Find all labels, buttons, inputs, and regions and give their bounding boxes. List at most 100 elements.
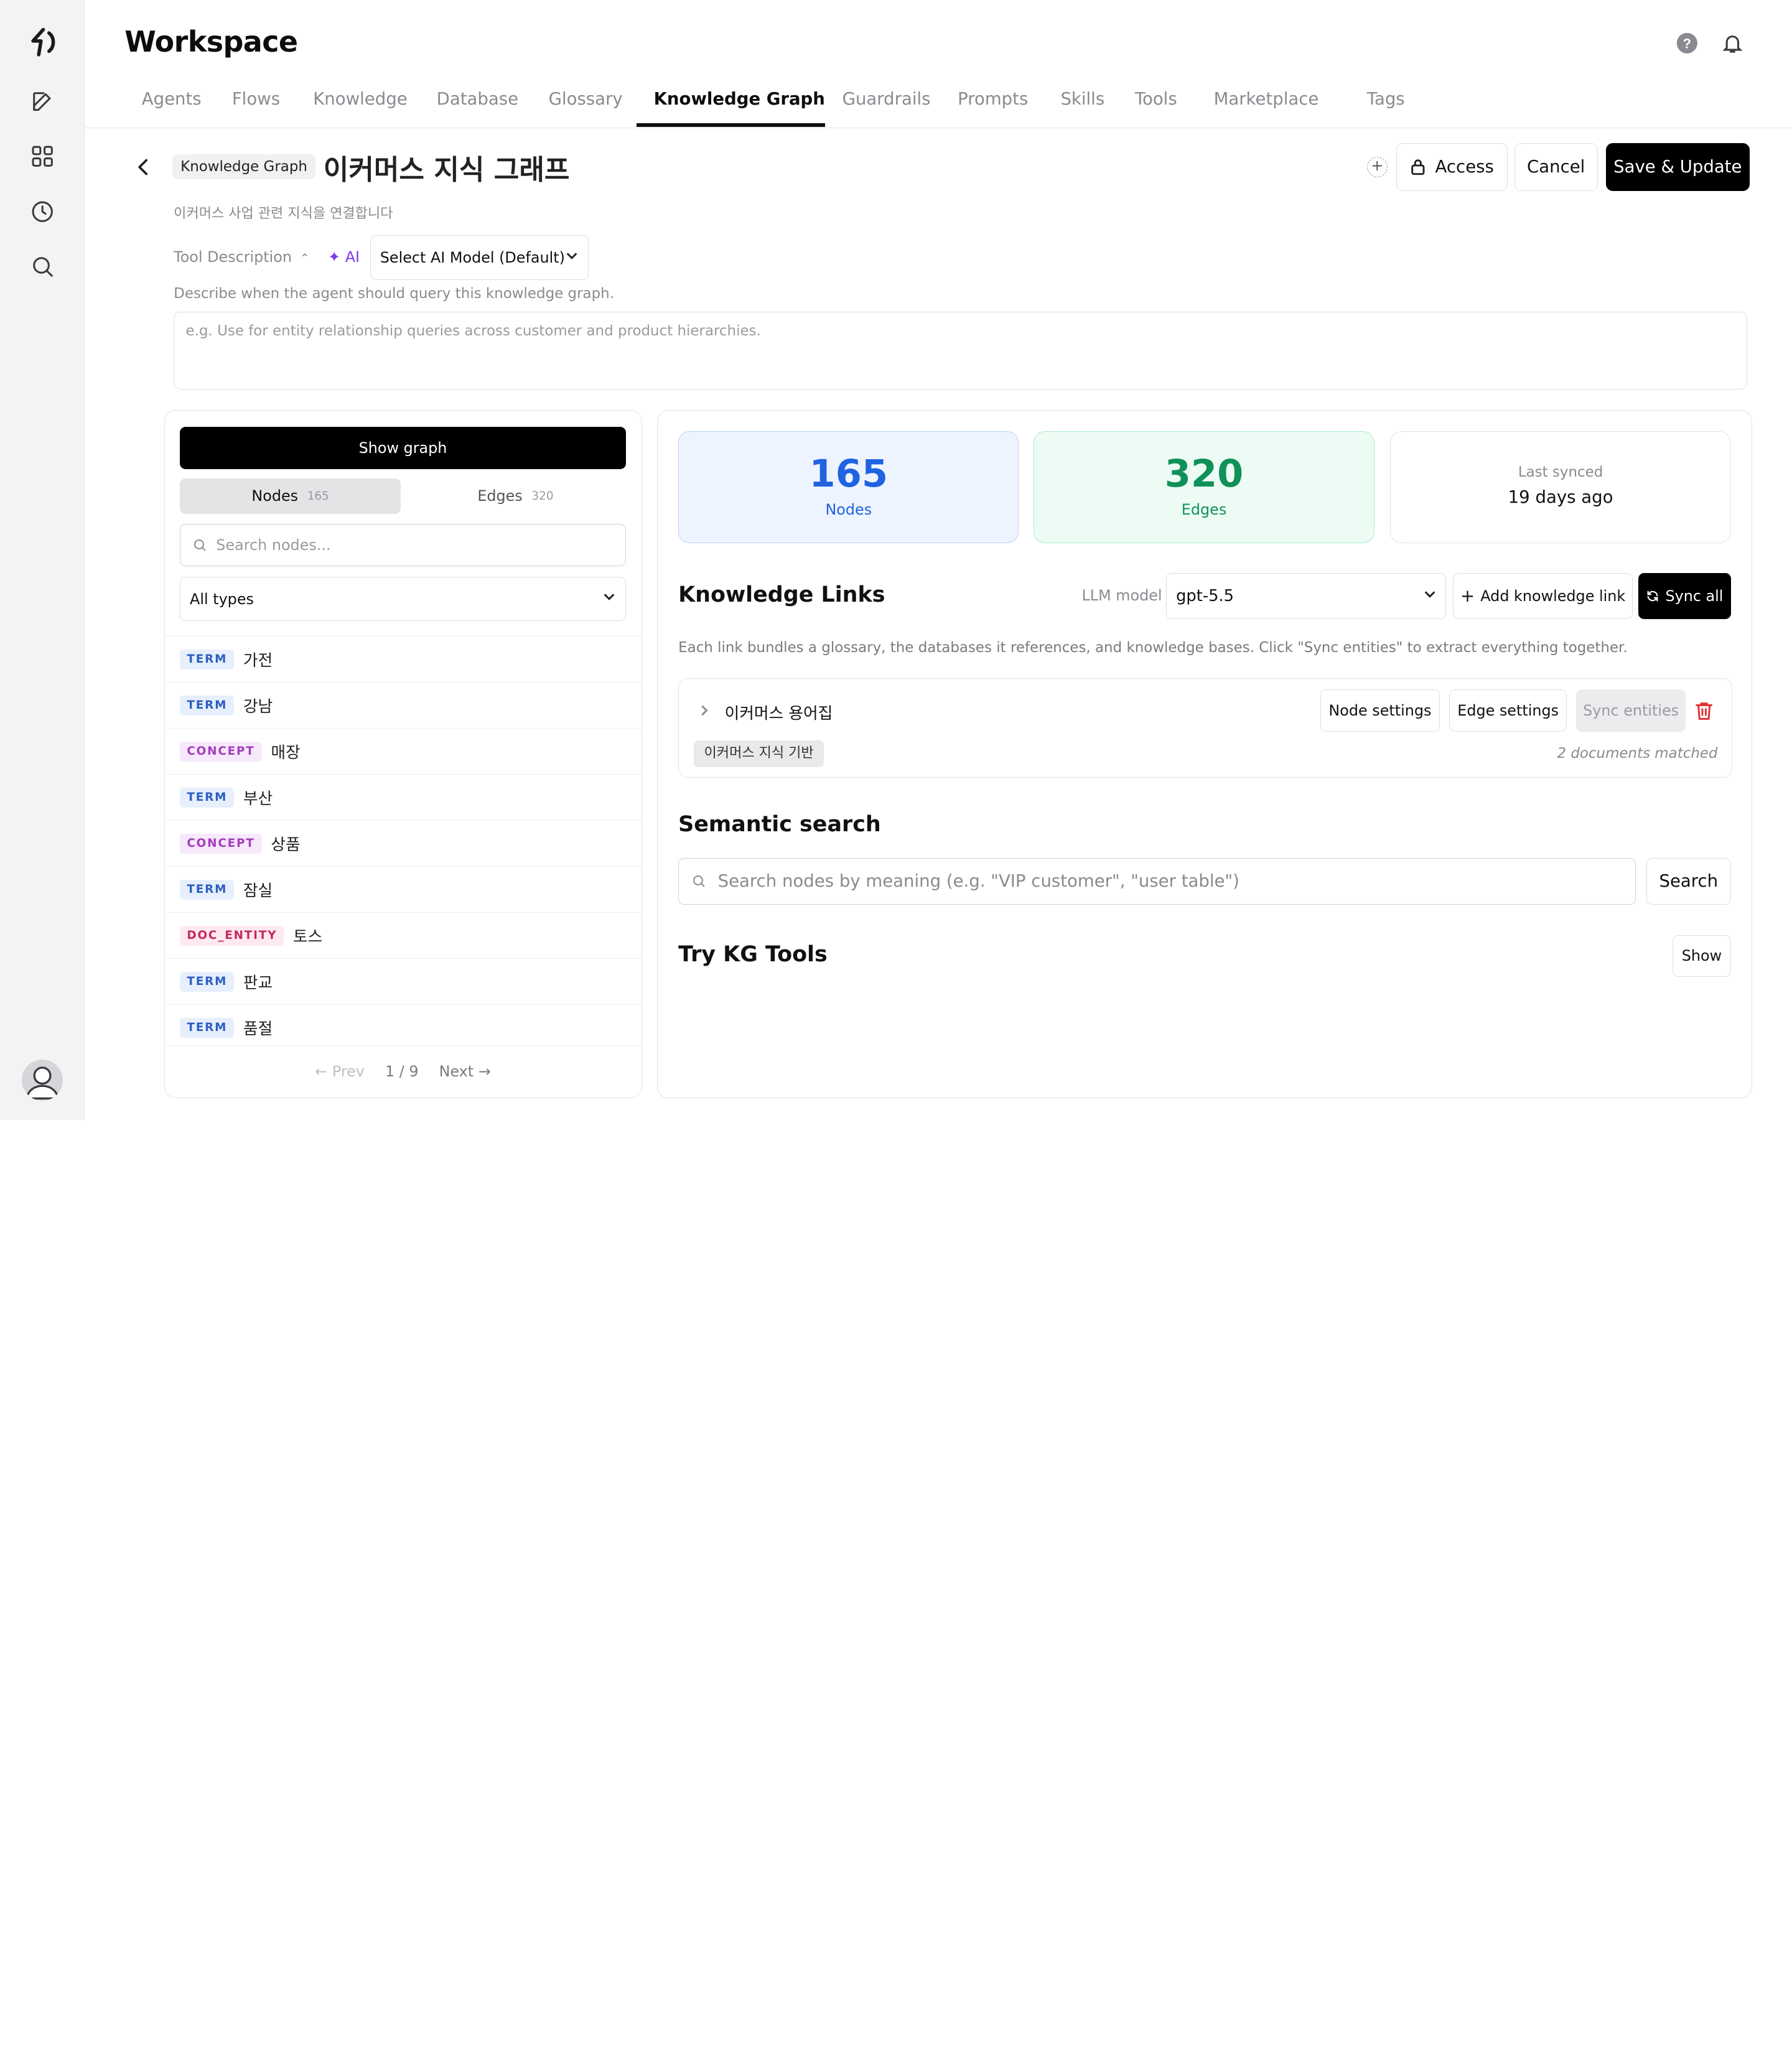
active-tab-indicator: [637, 123, 826, 127]
tab-flows[interactable]: Flows: [232, 89, 280, 109]
chevron-down-icon: [565, 249, 579, 266]
tab-glossary[interactable]: Glossary: [549, 89, 623, 109]
sync-entities-button[interactable]: Sync entities: [1575, 689, 1686, 732]
cancel-button[interactable]: Cancel: [1514, 142, 1598, 191]
ai-model-value: Select AI Model (Default): [380, 249, 565, 267]
show-graph-button[interactable]: Show graph: [180, 427, 626, 470]
search-icon: [691, 874, 706, 889]
tab-prompts[interactable]: Prompts: [958, 89, 1028, 109]
tab-marketplace[interactable]: Marketplace: [1214, 89, 1319, 109]
chevron-right-icon[interactable]: [696, 702, 712, 718]
node-list-item[interactable]: TERM 가전: [165, 637, 641, 683]
apps-grid-icon[interactable]: [26, 141, 58, 172]
nodes-tab-count: 165: [307, 489, 329, 503]
add-circle-icon[interactable]: +: [1366, 156, 1388, 177]
save-update-button[interactable]: Save & Update: [1605, 142, 1750, 191]
type-filter-value: All types: [190, 590, 254, 608]
sync-all-label: Sync all: [1665, 587, 1724, 605]
description-hint: Describe when the agent should query thi…: [174, 286, 614, 302]
tab-agents[interactable]: Agents: [142, 89, 202, 109]
back-arrow-icon[interactable]: [134, 157, 154, 177]
node-list-item[interactable]: DOC_ENTITY 토스: [165, 913, 641, 959]
add-knowledge-link-button[interactable]: + Add knowledge link: [1453, 573, 1633, 619]
sync-all-button[interactable]: Sync all: [1638, 573, 1731, 619]
tab-skills[interactable]: Skills: [1060, 89, 1104, 109]
nodes-tab[interactable]: Nodes 165: [180, 478, 401, 514]
ai-generate-button[interactable]: ✦ AI: [328, 248, 360, 266]
prev-page-button[interactable]: ← Prev: [315, 1063, 365, 1080]
node-settings-button[interactable]: Node settings: [1320, 689, 1440, 732]
nodes-stat-label: Nodes: [825, 500, 872, 518]
node-list-item[interactable]: TERM 부산: [165, 775, 641, 821]
node-list-panel: Show graph Nodes 165 Edges 320 Search no…: [164, 410, 643, 1099]
node-list-item[interactable]: TERM 잠실: [165, 867, 641, 913]
logo-icon[interactable]: [26, 26, 58, 58]
page-title: 이커머스 지식 그래프: [323, 154, 570, 186]
edges-stat-value: 320: [1164, 452, 1244, 497]
edges-tab[interactable]: Edges 320: [405, 478, 625, 514]
node-type-badge: CONCEPT: [180, 741, 262, 762]
node-type-badge: TERM: [180, 879, 235, 900]
node-list-item[interactable]: TERM 판교: [165, 959, 641, 1005]
avatar[interactable]: [21, 1059, 63, 1101]
search-nodes-input[interactable]: Search nodes...: [180, 524, 626, 567]
pagination: ← Prev 1 / 9 Next →: [165, 1045, 641, 1098]
tool-description-toggle[interactable]: Tool Description ⌃: [174, 248, 309, 266]
node-label: 매장: [271, 744, 301, 763]
semantic-search-title: Semantic search: [678, 812, 881, 837]
llm-model-select[interactable]: gpt-5.5: [1166, 573, 1447, 619]
node-label: 잠실: [243, 882, 273, 901]
tab-knowledge[interactable]: Knowledge: [313, 89, 407, 109]
bell-icon[interactable]: [1720, 31, 1745, 56]
refresh-icon: [1646, 589, 1659, 603]
node-label: 상품: [271, 836, 301, 855]
edges-stat-label: Edges: [1181, 500, 1227, 518]
access-label: Access: [1435, 157, 1494, 177]
node-label: 판교: [243, 974, 273, 993]
edge-settings-button[interactable]: Edge settings: [1449, 689, 1567, 732]
node-list-item[interactable]: TERM 강남: [165, 683, 641, 729]
node-list-item[interactable]: CONCEPT 상품: [165, 821, 641, 867]
tab-tools[interactable]: Tools: [1135, 89, 1177, 109]
semantic-search-placeholder: Search nodes by meaning (e.g. "VIP custo…: [717, 871, 1239, 892]
access-button[interactable]: Access: [1396, 142, 1508, 191]
page-indicator: 1 / 9: [385, 1063, 419, 1081]
search-nodes-placeholder: Search nodes...: [216, 536, 331, 554]
top-tabs: Agents Flows Knowledge Database Glossary…: [84, 71, 1792, 128]
help-circle-icon[interactable]: ?: [1674, 31, 1699, 56]
knowledge-link-name[interactable]: 이커머스 용어집: [725, 701, 833, 724]
node-type-badge: DOC_ENTITY: [180, 925, 284, 946]
semantic-search-button[interactable]: Search: [1646, 857, 1731, 905]
tab-tags[interactable]: Tags: [1367, 89, 1405, 109]
tab-knowledge-graph[interactable]: Knowledge Graph: [654, 89, 825, 109]
knowledge-link-card: 이커머스 용어집 Node settings Edge settings Syn…: [678, 678, 1732, 778]
show-kg-tools-button[interactable]: Show: [1673, 935, 1731, 977]
app-root: Workspace ? Agents Flows Knowledge Datab…: [0, 0, 1792, 1120]
breadcrumb[interactable]: Knowledge Graph: [172, 154, 315, 180]
nodes-tab-label: Nodes: [251, 487, 299, 505]
ai-model-select[interactable]: Select AI Model (Default): [370, 235, 589, 280]
tab-database[interactable]: Database: [437, 89, 518, 109]
edges-tab-label: Edges: [477, 487, 523, 505]
node-type-badge: TERM: [180, 787, 235, 808]
search-icon: [192, 538, 207, 553]
clock-icon[interactable]: [26, 195, 58, 227]
node-list-item[interactable]: CONCEPT 매장: [165, 729, 641, 775]
last-synced-card: Last synced 19 days ago: [1390, 431, 1731, 544]
type-filter-select[interactable]: All types: [180, 576, 626, 622]
next-page-button[interactable]: Next →: [439, 1063, 491, 1080]
tool-description-textarea[interactable]: e.g. Use for entity relationship queries…: [174, 312, 1748, 390]
chevron-up-icon: ⌃: [300, 251, 310, 265]
node-label: 가전: [243, 651, 273, 671]
app-title: Workspace: [124, 25, 298, 59]
search-icon[interactable]: [26, 250, 58, 282]
tab-guardrails[interactable]: Guardrails: [842, 89, 931, 109]
lock-icon: [1410, 158, 1426, 175]
edit-icon[interactable]: [26, 86, 58, 118]
trash-icon[interactable]: [1695, 701, 1713, 721]
node-label: 토스: [293, 928, 323, 947]
node-list-item[interactable]: TERM 품절: [165, 1005, 640, 1044]
last-synced-label: Last synced: [1518, 464, 1603, 480]
semantic-search-input[interactable]: Search nodes by meaning (e.g. "VIP custo…: [678, 857, 1636, 905]
last-synced-value: 19 days ago: [1508, 487, 1613, 507]
